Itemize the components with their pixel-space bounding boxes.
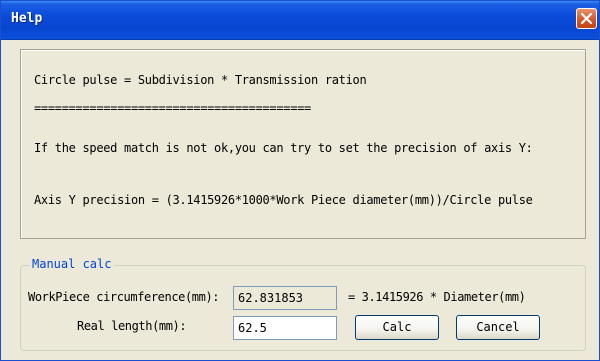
circumference-label: WorkPiece circumference(mm): bbox=[28, 290, 220, 304]
title-bar[interactable]: Help bbox=[1, 1, 599, 40]
circle-pulse-formula: Circle pulse = Subdivision * Transmissio… bbox=[34, 73, 367, 87]
manual-calc-title: Manual calc bbox=[29, 257, 115, 271]
circumference-formula: = 3.1415926 * Diameter(mm) bbox=[348, 290, 526, 304]
speed-match-hint: If the speed match is not ok,you can try… bbox=[34, 141, 533, 155]
close-button[interactable] bbox=[576, 8, 597, 29]
circumference-field[interactable] bbox=[233, 286, 337, 310]
real-length-label: Real length(mm): bbox=[77, 319, 187, 333]
window-title: Help bbox=[11, 11, 43, 26]
calc-button[interactable]: Calc bbox=[355, 315, 439, 340]
real-length-input[interactable] bbox=[233, 316, 337, 340]
help-dialog: Help Circle pulse = Subdivision * Transm… bbox=[0, 0, 600, 361]
info-panel: Circle pulse = Subdivision * Transmissio… bbox=[20, 49, 586, 239]
cancel-button[interactable]: Cancel bbox=[456, 315, 540, 340]
separator-line: ======================================== bbox=[34, 101, 311, 115]
close-icon bbox=[581, 13, 592, 24]
axis-y-precision-formula: Axis Y precision = (3.1415926*1000*Work … bbox=[34, 193, 533, 207]
manual-calc-group: Manual calc WorkPiece circumference(mm):… bbox=[20, 257, 586, 351]
